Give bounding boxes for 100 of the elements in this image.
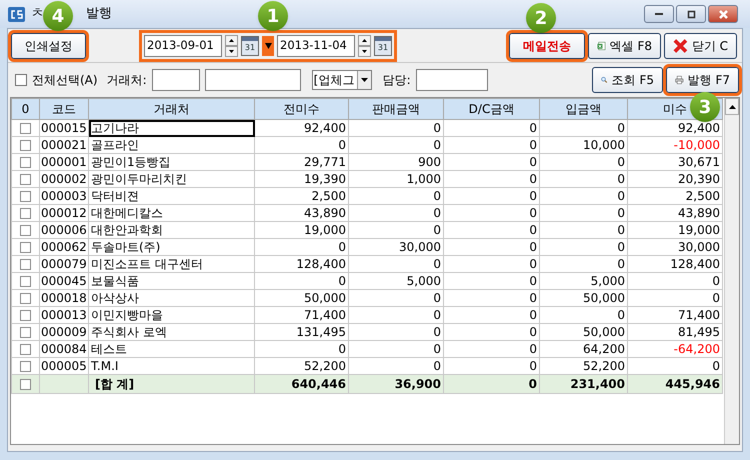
table-cell: 1,000 xyxy=(348,170,444,188)
row-checkbox[interactable] xyxy=(20,122,31,134)
close-window-button[interactable]: 닫기 C xyxy=(664,32,737,58)
search-button[interactable]: 조회 F5 xyxy=(592,67,663,93)
row-checkbox[interactable] xyxy=(20,344,31,355)
table-cell: 0 xyxy=(348,204,444,222)
table-cell: 0 xyxy=(444,374,540,394)
app-logo-icon xyxy=(8,6,25,22)
table-cell: 000012 xyxy=(40,204,88,222)
row-checkbox[interactable] xyxy=(20,276,31,287)
minimize-icon xyxy=(655,13,663,15)
table-cell: 231,400 xyxy=(540,374,628,394)
table-cell: 000018 xyxy=(40,290,88,306)
table-cell: 0 xyxy=(348,222,444,238)
table-cell: 0 xyxy=(628,290,722,306)
table-cell: 0 xyxy=(444,272,540,290)
table-cell: 0 xyxy=(444,324,540,340)
row-checkbox[interactable] xyxy=(20,326,31,338)
table-cell: 43,890 xyxy=(254,204,348,222)
table-cell: 보물식품 xyxy=(88,272,254,290)
row-checkbox[interactable] xyxy=(20,208,31,219)
table-cell: 36,900 xyxy=(348,374,444,394)
column-header[interactable]: 0 xyxy=(12,98,40,120)
row-checkbox[interactable] xyxy=(20,224,31,236)
spin-button[interactable] xyxy=(225,34,238,56)
table-cell: 43,890 xyxy=(628,204,722,222)
row-checkbox[interactable] xyxy=(20,174,31,185)
column-header[interactable]: 입금액 xyxy=(540,98,628,120)
column-header[interactable]: 코드 xyxy=(40,98,88,120)
spin-button[interactable] xyxy=(358,34,371,56)
up-arrow-icon xyxy=(229,38,234,42)
date-field[interactable]: 2013-11-04 xyxy=(277,34,355,56)
table-cell: 0 xyxy=(444,306,540,324)
table-cell: 000002 xyxy=(40,170,88,188)
caret-icon xyxy=(360,78,368,82)
table-cell: 0 xyxy=(254,340,348,358)
row-checkbox[interactable] xyxy=(20,292,31,304)
table-cell: 0 xyxy=(444,340,540,358)
table-cell: 0 xyxy=(348,256,444,272)
table-cell: 0 xyxy=(444,120,540,136)
table-cell: 30,000 xyxy=(348,238,444,256)
table-cell: 000001 xyxy=(40,154,88,170)
calendar-button[interactable]: 31 xyxy=(374,36,392,56)
row-checkbox[interactable] xyxy=(20,360,31,372)
row-checkbox[interactable] xyxy=(20,242,31,253)
group-select[interactable]: [업체그 xyxy=(312,70,372,90)
maximize-button[interactable] xyxy=(676,5,706,23)
table-cell: 5,000 xyxy=(348,272,444,290)
table-cell: 미진소프트 대구센터 xyxy=(88,256,254,272)
column-header[interactable]: 거래처 xyxy=(88,98,254,120)
table-cell: 두솔마트(주) xyxy=(88,238,254,256)
table-cell: 0 xyxy=(540,154,628,170)
table-cell: 0 xyxy=(540,188,628,204)
select-all-label: 전체선택(A) xyxy=(32,72,98,89)
manager-field[interactable] xyxy=(416,69,488,91)
client-code-field[interactable] xyxy=(152,69,200,91)
client-name-field[interactable] xyxy=(204,69,301,91)
minimize-button[interactable] xyxy=(644,5,674,23)
scrollbar[interactable] xyxy=(724,98,739,444)
close-button[interactable] xyxy=(708,5,738,23)
row-checkbox[interactable] xyxy=(20,140,31,151)
calendar-button[interactable]: 31 xyxy=(241,36,259,56)
down-arrow-icon xyxy=(362,50,367,52)
issue-button[interactable]: 발행 F7 xyxy=(666,67,739,93)
date-field[interactable]: 2013-09-01 xyxy=(144,34,222,56)
manager-label: 담당: xyxy=(382,72,411,89)
column-header[interactable]: 전미수 xyxy=(254,98,348,120)
table-cell: 0 xyxy=(348,136,444,154)
table-cell: 0 xyxy=(444,256,540,272)
table-cell: 골프라인 xyxy=(88,136,254,154)
table-cell: 000009 xyxy=(40,324,88,340)
table-cell: 5,000 xyxy=(540,272,628,290)
down-arrow-icon xyxy=(229,50,234,52)
table-cell: 2,500 xyxy=(254,188,348,204)
table-cell: 2,500 xyxy=(628,188,722,204)
close-icon xyxy=(673,38,688,54)
excel-button[interactable]: 엑셀 F8 xyxy=(588,32,661,58)
table-cell: 128,400 xyxy=(628,256,722,272)
row-checkbox[interactable] xyxy=(20,310,31,321)
table-cell: 640,446 xyxy=(254,374,348,394)
table-cell: 0 xyxy=(540,238,628,256)
table-cell: 71,400 xyxy=(254,306,348,324)
table-cell: 000021 xyxy=(40,136,88,154)
row-checkbox[interactable] xyxy=(20,190,31,202)
table-cell: 0 xyxy=(444,238,540,256)
table-cell: 0 xyxy=(444,154,540,170)
table-cell: 이민지빵마을 xyxy=(88,306,254,324)
table-cell: 주식회사 로엑 xyxy=(88,324,254,340)
row-checkbox[interactable] xyxy=(20,379,31,390)
table-cell: 92,400 xyxy=(254,120,348,136)
select-all-checkbox[interactable] xyxy=(15,74,27,86)
column-header[interactable]: D/C금액 xyxy=(444,98,540,120)
up-arrow-icon xyxy=(728,104,736,108)
table-cell: 64,200 xyxy=(540,340,628,358)
row-checkbox[interactable] xyxy=(20,258,31,270)
table-cell: 0 xyxy=(254,238,348,256)
table-cell: 50,000 xyxy=(540,290,628,306)
table-cell: 0 xyxy=(628,272,722,290)
row-checkbox[interactable] xyxy=(20,156,31,168)
column-header[interactable]: 판매금액 xyxy=(348,98,444,120)
